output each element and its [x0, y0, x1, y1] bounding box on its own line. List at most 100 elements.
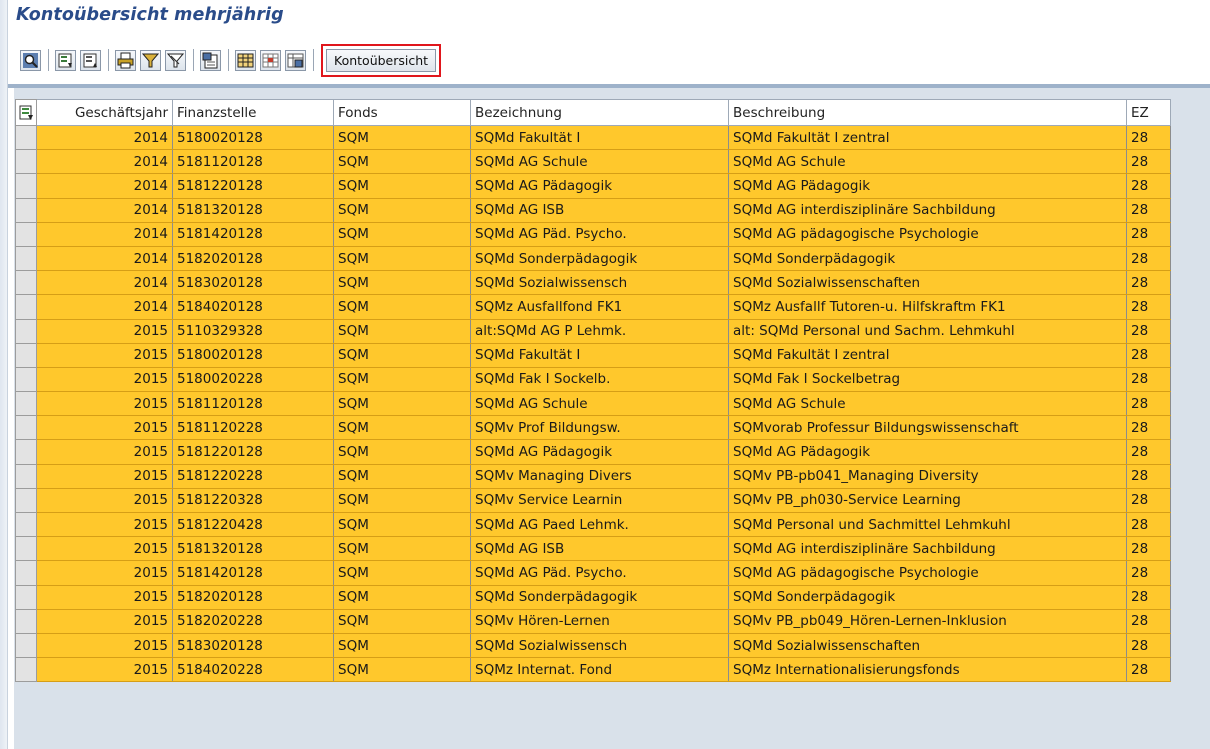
row-selector[interactable]: [15, 657, 37, 683]
cell-geschaeftsjahr[interactable]: 2015: [36, 536, 173, 562]
details-button[interactable]: [20, 49, 41, 71]
cell-beschreibung[interactable]: SQMd AG interdisziplinäre Sachbildung: [728, 536, 1127, 562]
cell-ez[interactable]: 28: [1126, 294, 1171, 320]
cell-beschreibung[interactable]: SQMd Sonderpädagogik: [728, 584, 1127, 610]
cell-bezeichnung[interactable]: SQMd Sozialwissensch: [470, 632, 729, 659]
cell-fonds[interactable]: SQM: [333, 632, 471, 659]
row-selector[interactable]: [15, 584, 37, 610]
cell-finanzstelle[interactable]: 5180020128: [172, 124, 334, 151]
cell-bezeichnung[interactable]: alt:SQMd AG P Lehmk.: [470, 318, 729, 344]
cell-finanzstelle[interactable]: 5181420128: [172, 221, 334, 247]
cell-finanzstelle[interactable]: 5181220228: [172, 463, 334, 489]
cell-fonds[interactable]: SQM: [333, 391, 471, 417]
cell-fonds[interactable]: SQM: [333, 560, 471, 586]
cell-beschreibung[interactable]: SQMd Fakultät I zentral: [728, 124, 1127, 151]
table-row[interactable]: 2015 5181220428 SQM SQMd AG Paed Lehmk. SQMd…: [15, 511, 1171, 538]
table-row[interactable]: 2014 5180020128 SQM SQMd Fakultät I SQMd Fak…: [15, 124, 1171, 151]
cell-fonds[interactable]: SQM: [333, 584, 471, 610]
cell-fonds[interactable]: SQM: [333, 149, 471, 175]
row-selector[interactable]: [15, 511, 37, 538]
cell-finanzstelle[interactable]: 5180020128: [172, 342, 334, 368]
cell-finanzstelle[interactable]: 5183020128: [172, 632, 334, 659]
cell-finanzstelle[interactable]: 5181220128: [172, 173, 334, 199]
cell-fonds[interactable]: SQM: [333, 536, 471, 562]
col-header-finanzstelle[interactable]: Finanzstelle: [172, 99, 334, 126]
cell-ez[interactable]: 28: [1126, 149, 1171, 175]
cell-geschaeftsjahr[interactable]: 2015: [36, 608, 173, 634]
cell-finanzstelle[interactable]: 5181220428: [172, 511, 334, 538]
cell-ez[interactable]: 28: [1126, 632, 1171, 659]
cell-beschreibung[interactable]: SQMz Ausfallf Tutoren-u. Hilfskraftm FK1: [728, 294, 1127, 320]
table-row[interactable]: 2015 5182020128 SQM SQMd Sonderpädagogik SQM…: [15, 584, 1171, 610]
cell-geschaeftsjahr[interactable]: 2015: [36, 584, 173, 610]
cell-fonds[interactable]: SQM: [333, 657, 471, 683]
cell-fonds[interactable]: SQM: [333, 270, 471, 296]
table-row[interactable]: 2015 5184020228 SQM SQMz Internat. Fond SQMz…: [15, 657, 1171, 683]
cell-geschaeftsjahr[interactable]: 2015: [36, 391, 173, 417]
cell-geschaeftsjahr[interactable]: 2014: [36, 221, 173, 247]
col-header-beschreibung[interactable]: Beschreibung: [728, 99, 1127, 126]
cell-geschaeftsjahr[interactable]: 2014: [36, 124, 173, 151]
cell-beschreibung[interactable]: SQMv PB_ph030-Service Learning: [728, 487, 1127, 514]
row-selector[interactable]: [15, 124, 37, 151]
cell-beschreibung[interactable]: SQMd AG Pädagogik: [728, 173, 1127, 199]
table-row[interactable]: 2015 5181320128 SQM SQMd AG ISB SQMd AG inte…: [15, 536, 1171, 562]
cell-fonds[interactable]: SQM: [333, 221, 471, 247]
cell-bezeichnung[interactable]: SQMd Fakultät I: [470, 124, 729, 151]
table-row[interactable]: 2015 5181120228 SQM SQMv Prof Bildungsw. SQM…: [15, 415, 1171, 441]
cell-fonds[interactable]: SQM: [333, 342, 471, 368]
cell-finanzstelle[interactable]: 5181420128: [172, 560, 334, 586]
cell-finanzstelle[interactable]: 5182020228: [172, 608, 334, 634]
cell-geschaeftsjahr[interactable]: 2014: [36, 245, 173, 272]
cell-bezeichnung[interactable]: SQMd AG Päd. Psycho.: [470, 560, 729, 586]
cell-fonds[interactable]: SQM: [333, 608, 471, 634]
cell-fonds[interactable]: SQM: [333, 415, 471, 441]
cell-beschreibung[interactable]: alt: SQMd Personal und Sachm. Lehmkuhl: [728, 318, 1127, 344]
row-selector[interactable]: [15, 463, 37, 489]
cell-geschaeftsjahr[interactable]: 2014: [36, 294, 173, 320]
cell-ez[interactable]: 28: [1126, 342, 1171, 368]
cell-geschaeftsjahr[interactable]: 2015: [36, 366, 173, 393]
cell-bezeichnung[interactable]: SQMd Sozialwissensch: [470, 270, 729, 296]
table-row[interactable]: 2015 5181420128 SQM SQMd AG Päd. Psycho. SQM…: [15, 560, 1171, 586]
cell-finanzstelle[interactable]: 5184020228: [172, 657, 334, 683]
cell-fonds[interactable]: SQM: [333, 366, 471, 393]
cell-ez[interactable]: 28: [1126, 173, 1171, 199]
cell-beschreibung[interactable]: SQMd Sonderpädagogik: [728, 245, 1127, 272]
cell-bezeichnung[interactable]: SQMd AG Pädagogik: [470, 439, 729, 465]
row-selector[interactable]: [15, 487, 37, 514]
cell-ez[interactable]: 28: [1126, 584, 1171, 610]
cell-geschaeftsjahr[interactable]: 2015: [36, 511, 173, 538]
cell-finanzstelle[interactable]: 5183020128: [172, 270, 334, 296]
table-row[interactable]: 2015 5183020128 SQM SQMd Sozialwissensch SQM…: [15, 632, 1171, 659]
row-selector[interactable]: [15, 197, 37, 223]
cell-finanzstelle[interactable]: 5181120128: [172, 149, 334, 175]
cell-beschreibung[interactable]: SQMd Personal und Sachmittel Lehmkuhl: [728, 511, 1127, 538]
cell-finanzstelle[interactable]: 5181320128: [172, 536, 334, 562]
cell-beschreibung[interactable]: SQMd Sozialwissenschaften: [728, 270, 1127, 296]
cell-beschreibung[interactable]: SQMd Fakultät I zentral: [728, 342, 1127, 368]
cell-ez[interactable]: 28: [1126, 270, 1171, 296]
cell-beschreibung[interactable]: SQMd Sozialwissenschaften: [728, 632, 1127, 659]
cell-ez[interactable]: 28: [1126, 318, 1171, 344]
cell-bezeichnung[interactable]: SQMd AG ISB: [470, 197, 729, 223]
cell-ez[interactable]: 28: [1126, 463, 1171, 489]
cell-fonds[interactable]: SQM: [333, 487, 471, 514]
row-selector[interactable]: [15, 173, 37, 199]
cell-geschaeftsjahr[interactable]: 2015: [36, 632, 173, 659]
table-row[interactable]: 2015 5181220328 SQM SQMv Service Learnin SQM…: [15, 487, 1171, 514]
row-selector[interactable]: [15, 294, 37, 320]
cell-ez[interactable]: 28: [1126, 560, 1171, 586]
cell-bezeichnung[interactable]: SQMd AG ISB: [470, 536, 729, 562]
layout-change-button[interactable]: [260, 49, 281, 71]
select-all-cell[interactable]: [15, 99, 37, 126]
cell-beschreibung[interactable]: SQMv PB-pb041_Managing Diversity: [728, 463, 1127, 489]
row-selector[interactable]: [15, 366, 37, 393]
col-header-bezeichnung[interactable]: Bezeichnung: [470, 99, 729, 126]
cell-ez[interactable]: 28: [1126, 197, 1171, 223]
cell-bezeichnung[interactable]: SQMv Service Learnin: [470, 487, 729, 514]
cell-beschreibung[interactable]: SQMv PB_pb049_Hören-Lernen-Inklusion: [728, 608, 1127, 634]
row-selector[interactable]: [15, 245, 37, 272]
table-row[interactable]: 2015 5181220128 SQM SQMd AG Pädagogik SQMd A…: [15, 439, 1171, 465]
cell-bezeichnung[interactable]: SQMz Ausfallfond FK1: [470, 294, 729, 320]
